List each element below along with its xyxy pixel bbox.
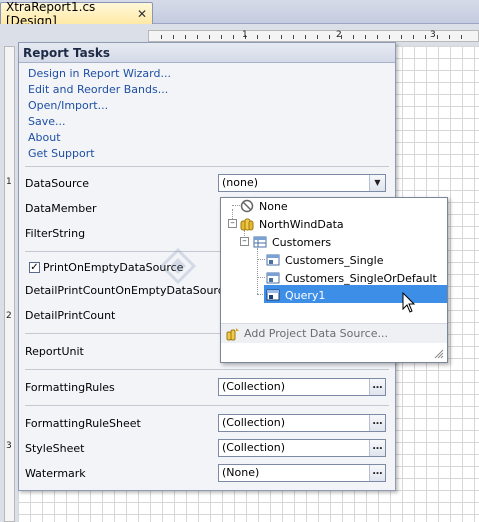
about-link[interactable]: About [28, 130, 395, 146]
panel-title: Report Tasks [19, 43, 395, 63]
filterstring-label: FilterString [25, 227, 86, 240]
save-link[interactable]: Save... [28, 114, 395, 130]
tree-item-none[interactable]: None [240, 198, 290, 214]
tree-item-customers-single-or-default[interactable]: Customers_SingleOrDefault [266, 270, 439, 286]
task-links-list: Design in Report Wizard... Edit and Reor… [19, 63, 395, 162]
stylesheet-label: StyleSheet [25, 442, 85, 455]
watermark-value: (None) [222, 466, 260, 479]
stylesheet-value: (Collection) [222, 441, 285, 454]
divider [25, 405, 389, 406]
ruler-number: 1 [6, 177, 12, 187]
tree-item-label: Customers [272, 235, 332, 249]
design-in-wizard-link[interactable]: Design in Report Wizard... [28, 66, 395, 82]
add-source-label: Add Project Data Source... [244, 327, 388, 340]
ellipsis-button[interactable]: … [369, 379, 385, 395]
datamember-label: DataMember [25, 202, 97, 215]
formatting-rules-label: FormattingRules [25, 381, 115, 394]
query-icon [266, 272, 280, 284]
tree-item-northwinddata[interactable]: NorthWindData [240, 216, 346, 232]
tree-item-customers[interactable]: Customers [253, 234, 333, 250]
datasource-combo[interactable]: (none) ▼ [218, 174, 386, 192]
tree-item-customers-single[interactable]: Customers_Single [266, 252, 385, 268]
divider [25, 166, 389, 167]
formatting-rule-sheet-field[interactable]: (Collection) … [218, 414, 386, 432]
tree-item-label: None [259, 199, 288, 213]
table-icon [253, 236, 267, 248]
query-icon [266, 289, 280, 301]
tree-item-label: Query1 [285, 288, 326, 302]
collapse-northwind-toggle[interactable]: – [228, 219, 237, 228]
datasource-label: DataSource [25, 177, 90, 190]
document-tabstrip: XtraReport1.cs [Design] ✕ [0, 0, 479, 28]
resize-grip-icon[interactable] [434, 349, 444, 359]
print-on-empty-checkbox[interactable]: ✓ [29, 262, 40, 273]
edit-reorder-bands-link[interactable]: Edit and Reorder Bands... [28, 82, 395, 98]
formatting-rule-sheet-value: (Collection) [222, 416, 285, 429]
divider [25, 369, 389, 370]
chevron-down-icon[interactable]: ▼ [369, 175, 385, 191]
none-icon [240, 199, 254, 213]
formatting-rule-sheet-label: FormattingRuleSheet [25, 417, 141, 430]
detail-count-empty-label: DetailPrintCountOnEmptyDataSource [25, 284, 231, 297]
open-import-link[interactable]: Open/Import... [28, 98, 395, 114]
add-project-data-source-button[interactable]: Add Project Data Source... [221, 323, 447, 343]
close-icon[interactable]: ✕ [137, 7, 147, 21]
datasource-dropdown: – – None NorthWindData Customers Custome… [220, 197, 448, 363]
add-datasource-icon [226, 327, 239, 340]
ruler-number: 3 [430, 30, 436, 40]
ellipsis-button[interactable]: … [369, 465, 385, 481]
tree-item-query1[interactable]: Query1 [266, 287, 327, 303]
datasource-value: (none) [222, 176, 259, 189]
report-unit-label: ReportUnit [25, 345, 84, 358]
ruler-number: 2 [336, 30, 342, 40]
ellipsis-button[interactable]: … [369, 415, 385, 431]
tab-xtrareport1-design[interactable]: XtraReport1.cs [Design] ✕ [0, 0, 153, 28]
tree-item-label: NorthWindData [259, 217, 344, 231]
horizontal-ruler: 1 2 3 [148, 30, 479, 42]
dataset-icon [240, 218, 254, 231]
formatting-rules-value: (Collection) [222, 380, 285, 393]
tree-item-label: Customers_SingleOrDefault [285, 271, 437, 285]
watermark-logo-icon [160, 248, 196, 284]
watermark-label: Watermark [25, 467, 86, 480]
ruler-number: 1 [242, 30, 248, 40]
get-support-link[interactable]: Get Support [28, 146, 395, 162]
ruler-number: 2 [6, 311, 12, 321]
vertical-ruler: 1 2 3 [4, 46, 15, 522]
formatting-rules-field[interactable]: (Collection) … [218, 378, 386, 396]
query-icon [266, 254, 280, 266]
ruler-number: 3 [6, 441, 12, 451]
tree-item-label: Customers_Single [285, 253, 384, 267]
watermark-field[interactable]: (None) … [218, 464, 386, 482]
stylesheet-field[interactable]: (Collection) … [218, 439, 386, 457]
collapse-customers-toggle[interactable]: – [240, 237, 249, 246]
ellipsis-button[interactable]: … [369, 440, 385, 456]
mouse-pointer-icon [402, 292, 416, 313]
detail-count-label: DetailPrintCount [25, 309, 116, 322]
